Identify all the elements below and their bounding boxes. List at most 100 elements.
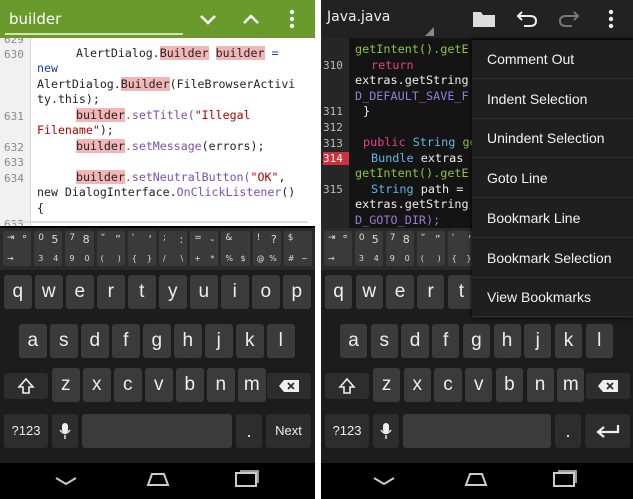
key-m[interactable]: m <box>557 368 585 402</box>
symbols-key[interactable]: ?123 <box>4 414 48 448</box>
key-a[interactable]: a <box>19 324 47 358</box>
symbol-key[interactable]: 7890 <box>65 231 94 266</box>
key-r[interactable]: r <box>97 275 125 309</box>
key-l[interactable]: l <box>585 324 613 358</box>
key-e[interactable]: e <box>66 275 94 309</box>
symbol-key[interactable]: ⇥ ° → <box>3 231 32 266</box>
key-n[interactable]: n <box>526 368 554 402</box>
key-j[interactable]: j <box>205 324 233 358</box>
symbol-key[interactable]: ;: / \ <box>159 231 188 266</box>
key-n[interactable]: n <box>207 368 235 402</box>
symbols-key[interactable]: ?123 <box>325 414 369 448</box>
key-s[interactable]: s <box>50 324 78 358</box>
symbol-key[interactable]: ' ‘ {} <box>127 231 156 266</box>
symbol-key[interactable]: “ ” () <box>96 231 125 266</box>
key-d[interactable]: d <box>81 324 109 358</box>
symbol-key[interactable]: &% $ <box>221 231 250 266</box>
key-k[interactable]: k <box>236 324 264 358</box>
folder-icon[interactable] <box>471 6 497 32</box>
key-j[interactable]: j <box>524 324 552 358</box>
back-icon[interactable] <box>371 469 397 491</box>
symbol-key[interactable]: 0534 <box>354 231 383 266</box>
key-z[interactable]: z <box>52 368 80 402</box>
code-editor[interactable]: 629 630 631 632 633 634 635 AlertDialog.… <box>0 38 315 226</box>
mic-key[interactable] <box>373 414 399 448</box>
backspace-key[interactable] <box>267 373 311 399</box>
key-h[interactable]: h <box>174 324 202 358</box>
symbol-key[interactable]: =-+ * <box>190 231 219 266</box>
redo-icon[interactable] <box>556 6 582 32</box>
key-f[interactable]: f <box>112 324 140 358</box>
home-icon[interactable] <box>143 469 173 491</box>
overflow-menu-icon[interactable] <box>598 6 624 32</box>
key-d[interactable]: d <box>401 324 429 358</box>
menu-item[interactable]: Comment Out <box>472 40 633 79</box>
symbol-key[interactable]: $ # ~ <box>283 231 312 266</box>
shift-key[interactable] <box>4 373 48 399</box>
key-l[interactable]: l <box>267 324 295 358</box>
mic-key[interactable] <box>52 414 78 448</box>
find-input[interactable]: builder <box>9 7 184 31</box>
key-s[interactable]: s <box>370 324 398 358</box>
key-a[interactable]: a <box>340 324 368 358</box>
period-key[interactable]: . <box>555 414 581 448</box>
recents-icon[interactable] <box>551 469 579 491</box>
key-b[interactable]: b <box>495 368 523 402</box>
space-key[interactable] <box>403 414 551 448</box>
key-m[interactable]: m <box>238 368 266 402</box>
key-z[interactable]: z <box>373 368 401 402</box>
menu-item[interactable]: Goto Line <box>472 159 633 199</box>
symbol-key-glyph: $ <box>240 254 246 263</box>
key-c[interactable]: c <box>114 368 142 402</box>
key-t[interactable]: t <box>447 275 475 309</box>
file-tab[interactable]: Java.java <box>327 9 390 25</box>
backspace-key[interactable] <box>586 373 630 399</box>
period-key[interactable]: . <box>236 414 262 448</box>
key-g[interactable]: g <box>143 324 171 358</box>
enter-key[interactable] <box>585 414 630 448</box>
menu-item[interactable]: Bookmark Selection <box>472 239 633 278</box>
menu-item[interactable]: Unindent Selection <box>472 119 633 159</box>
overflow-menu-icon[interactable] <box>279 6 305 32</box>
key-t[interactable]: t <box>128 275 156 309</box>
menu-item[interactable]: Bookmark Line <box>472 199 633 238</box>
key-k[interactable]: k <box>554 324 583 358</box>
symbol-key[interactable]: !? @% <box>252 231 281 266</box>
shift-key[interactable] <box>325 373 369 399</box>
symbol-key[interactable]: 7890 <box>385 231 414 266</box>
next-key[interactable]: Next <box>266 414 311 448</box>
chevron-down-icon[interactable] <box>195 6 221 32</box>
key-i[interactable]: i <box>221 275 249 309</box>
undo-icon[interactable] <box>514 6 540 32</box>
key-v[interactable]: v <box>465 368 493 402</box>
key-r[interactable]: r <box>417 275 445 309</box>
recents-icon[interactable] <box>233 469 261 491</box>
code-line: AlertDialog.Builder(FileBrowserActivi <box>37 77 295 93</box>
key-c[interactable]: c <box>434 368 462 402</box>
home-icon[interactable] <box>461 469 491 491</box>
key-w[interactable]: w <box>355 275 383 309</box>
menu-item[interactable]: View Bookmarks <box>472 278 633 318</box>
key-x[interactable]: x <box>83 368 111 402</box>
key-f[interactable]: f <box>432 324 460 358</box>
symbol-key[interactable]: ⇥ ° → <box>324 231 352 266</box>
key-q[interactable]: q <box>4 275 32 309</box>
symbol-key[interactable]: “ ” () <box>416 231 445 266</box>
key-p[interactable]: p <box>283 275 311 309</box>
key-e[interactable]: e <box>386 275 414 309</box>
symbol-key[interactable]: 0534 <box>34 231 63 266</box>
space-key[interactable] <box>82 414 232 448</box>
key-o[interactable]: o <box>252 275 280 309</box>
menu-item[interactable]: Indent Selection <box>472 80 633 119</box>
key-y[interactable]: y <box>159 275 187 309</box>
key-x[interactable]: x <box>403 368 431 402</box>
key-q[interactable]: q <box>325 275 353 309</box>
key-g[interactable]: g <box>462 324 490 358</box>
key-w[interactable]: w <box>35 275 63 309</box>
chevron-up-icon[interactable] <box>238 6 264 32</box>
key-u[interactable]: u <box>190 275 218 309</box>
back-icon[interactable] <box>53 469 79 491</box>
key-h[interactable]: h <box>493 324 521 358</box>
key-v[interactable]: v <box>145 368 173 402</box>
key-b[interactable]: b <box>176 368 204 402</box>
